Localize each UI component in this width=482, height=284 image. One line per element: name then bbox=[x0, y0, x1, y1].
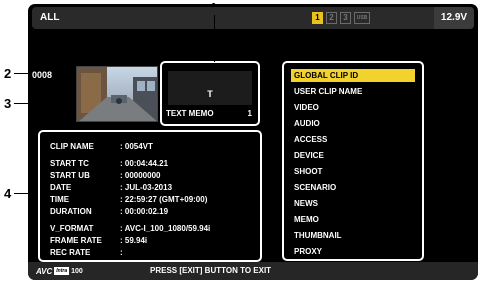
menu-item-audio[interactable]: AUDIO bbox=[291, 117, 415, 130]
status-bar: ALL 1 2 3 USB 12.9V bbox=[32, 7, 474, 29]
info-value: : AVC-I_100_1080/59.94i bbox=[120, 224, 211, 233]
info-value: : JUL-03-2013 bbox=[120, 183, 173, 192]
menu-item-device[interactable]: DEVICE bbox=[291, 149, 415, 162]
callout-4-leader bbox=[14, 193, 38, 194]
callout-3: 3 bbox=[4, 96, 12, 111]
info-value: : 0054VT bbox=[120, 142, 153, 151]
clip-properties-screen: ALL 1 2 3 USB 12.9V 0008 T TEXT MEMO 1 C… bbox=[28, 4, 478, 280]
callout-1-leader bbox=[214, 15, 215, 62]
avc-intra-logo: AVC Intra 100 bbox=[36, 266, 83, 276]
callout-4: 4 bbox=[4, 186, 12, 201]
text-memo-count: 1 bbox=[247, 109, 252, 118]
text-memo-preview: T bbox=[168, 71, 252, 105]
info-key: DATE bbox=[50, 183, 72, 192]
menu-item-global-clip-id[interactable]: GLOBAL CLIP ID bbox=[291, 69, 415, 82]
exit-instruction: PRESS [EXIT] BUTTON TO EXIT bbox=[150, 266, 272, 275]
info-value: : 00000000 bbox=[120, 171, 161, 180]
info-value: : bbox=[120, 248, 123, 257]
footer-bar: AVC Intra 100 PRESS [EXIT] BUTTON TO EXI… bbox=[28, 262, 478, 280]
info-key: START UB bbox=[50, 171, 90, 180]
info-value: : 00:00:02.19 bbox=[120, 207, 169, 216]
info-key: DURATION bbox=[50, 207, 92, 216]
slot-1-indicator: 1 bbox=[312, 12, 323, 24]
callout-2: 2 bbox=[4, 66, 12, 81]
info-key: FRAME RATE bbox=[50, 236, 102, 245]
usb-indicator: USB bbox=[354, 12, 370, 24]
callout-2-leader bbox=[14, 73, 29, 74]
clip-filter-title: ALL bbox=[40, 12, 60, 23]
menu-item-thumbnail[interactable]: THUMBNAIL bbox=[291, 229, 415, 242]
menu-item-memo[interactable]: MEMO bbox=[291, 213, 415, 226]
menu-item-proxy[interactable]: PROXY bbox=[291, 245, 415, 258]
intra-logo-badge: Intra bbox=[54, 267, 70, 275]
clip-properties-menu: GLOBAL CLIP ID USER CLIP NAME VIDEO AUDI… bbox=[282, 61, 424, 261]
clip-info-panel: CLIP NAME : 0054VT START TC : 00:04:44.2… bbox=[38, 130, 262, 262]
info-key: V_FORMAT bbox=[50, 224, 94, 233]
battery-voltage: 12.9V bbox=[434, 7, 474, 29]
text-memo-label: TEXT MEMO bbox=[166, 109, 214, 118]
menu-item-user-clip-name[interactable]: USER CLIP NAME bbox=[291, 85, 415, 98]
menu-item-access[interactable]: ACCESS bbox=[291, 133, 415, 146]
slot-2-indicator: 2 bbox=[326, 12, 337, 24]
callout-5-leader bbox=[424, 153, 466, 154]
info-key: CLIP NAME bbox=[50, 142, 94, 151]
info-key: TIME bbox=[50, 195, 70, 204]
clip-thumbnail bbox=[76, 66, 158, 122]
avc-logo-text: AVC bbox=[36, 266, 53, 276]
menu-item-scenario[interactable]: SCENARIO bbox=[291, 181, 415, 194]
info-value: : 00:04:44.21 bbox=[120, 159, 169, 168]
menu-item-video[interactable]: VIDEO bbox=[291, 101, 415, 114]
callout-3-leader bbox=[14, 103, 76, 104]
info-value: : 59.94i bbox=[120, 236, 148, 245]
slot-3-indicator: 3 bbox=[340, 12, 351, 24]
info-key: REC RATE bbox=[50, 248, 91, 257]
logo-bitrate: 100 bbox=[71, 267, 83, 275]
menu-item-shoot[interactable]: SHOOT bbox=[291, 165, 415, 178]
info-key: START TC bbox=[50, 159, 89, 168]
clip-number: 0008 bbox=[32, 70, 53, 80]
info-value: : 22:59:27 (GMT+09:00) bbox=[120, 195, 208, 204]
text-memo-panel[interactable]: T TEXT MEMO 1 bbox=[160, 61, 260, 126]
menu-item-news[interactable]: NEWS bbox=[291, 197, 415, 210]
card-slot-indicators: 1 2 3 USB bbox=[312, 12, 370, 24]
